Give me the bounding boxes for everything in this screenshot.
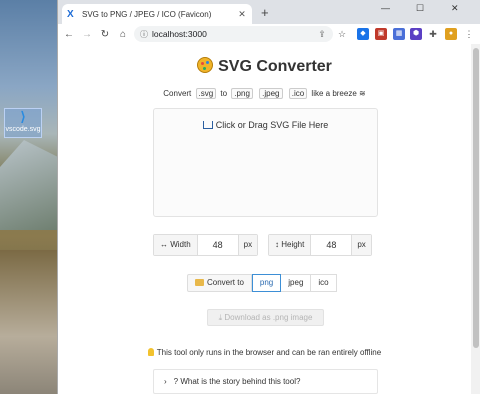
chip-ico: .ico [288,88,308,99]
tab-title: SVG to PNG / JPEG / ICO (Favicon) [82,9,212,19]
info-icon[interactable]: ⓘ [140,29,148,40]
wind-icon: ≋ [359,89,366,98]
page-scrollbar[interactable] [471,44,480,394]
question-icon: ? [173,377,179,386]
window-close-button[interactable]: ✕ [451,3,459,14]
palette-icon [197,57,214,73]
details-summary: What is the story behind this tool? [180,377,301,386]
url-text: localhost:3000 [152,29,207,39]
address-bar[interactable]: ⓘ localhost:3000 [134,26,333,42]
info-text: This tool only runs in the browser and c… [156,348,382,357]
page-title: SVG Converter [58,57,471,76]
share-icon[interactable]: ⇪ [316,28,328,40]
dropzone-text: Click or Drag SVG File Here [215,120,329,130]
tagline: Convert .svg to .png .jpeg .ico like a b… [58,88,471,99]
new-tab-button[interactable]: + [261,5,269,20]
page-title-text: SVG Converter [218,58,332,75]
convert-to-label: Convert to [187,274,252,292]
height-unit: px [351,235,371,255]
extension-purple-icon[interactable]: ⬢ [410,28,422,40]
home-button[interactable]: ⌂ [116,29,130,40]
profile-avatar[interactable]: ● [445,28,457,40]
tagline-to: to [220,89,228,98]
maximize-button[interactable]: ☐ [416,3,424,14]
chevron-right-icon: › [164,377,167,386]
back-button[interactable]: ← [62,29,76,40]
format-option-ico[interactable]: ico [311,274,337,292]
desktop-file-icon[interactable]: ⟩ vscode.svg [4,108,42,138]
browser-tab[interactable]: X SVG to PNG / JPEG / ICO (Favicon) ✕ [62,4,252,24]
rock-shape [0,250,60,394]
format-option-png[interactable]: png [251,274,282,292]
menu-kebab-icon[interactable]: ⋮ [463,28,475,40]
width-field: ↔ Width 48 px [153,234,259,256]
width-label: ↔ Width [154,235,198,255]
width-unit: px [237,235,258,255]
minimize-button[interactable]: — [381,3,390,13]
favicon-icon: X [67,8,74,20]
tagline-convert: Convert [163,89,192,98]
chip-jpeg: .jpeg [259,88,283,99]
lightbulb-icon [147,348,154,356]
extension-blue-icon[interactable]: ▦ [393,28,405,40]
extensions-puzzle-icon[interactable]: ✚ [427,28,439,40]
folder-icon [195,279,204,286]
upload-icon [202,121,213,129]
browser-toolbar: ← → ↻ ⌂ ⓘ localhost:3000 ⇪ ☆ ◆ ▣ ▦ ⬢ ✚ ●… [58,24,480,44]
width-input[interactable]: 48 [198,235,238,255]
forward-button[interactable]: → [80,29,94,40]
download-button[interactable]: ⤓ Download as .png image [207,309,324,326]
offline-info: This tool only runs in the browser and c… [58,348,471,357]
reload-button[interactable]: ↻ [98,29,112,40]
format-option-jpeg[interactable]: jpeg [281,274,312,292]
extension-dropbox-icon[interactable]: ◆ [357,28,369,40]
height-input[interactable]: 48 [311,235,351,255]
extension-red-icon[interactable]: ▣ [375,28,387,40]
vscode-icon: ⟩ [20,109,26,124]
desktop-file-label: vscode.svg [5,126,41,133]
svg-dropzone[interactable]: Click or Drag SVG File Here [153,108,378,217]
browser-window: X SVG to PNG / JPEG / ICO (Favicon) ✕ + … [57,0,480,394]
chip-png: .png [231,88,253,99]
download-icon: ⤓ [218,313,223,322]
story-details[interactable]: ›? What is the story behind this tool? [153,369,378,394]
tab-close-button[interactable]: ✕ [237,9,247,20]
tab-strip: X SVG to PNG / JPEG / ICO (Favicon) ✕ + … [58,0,480,24]
bookmark-star-icon[interactable]: ☆ [336,28,348,40]
scrollbar-thumb[interactable] [473,48,479,348]
format-selector: Convert to png jpeg ico [187,274,337,292]
page-content: SVG Converter Convert .svg to .png .jpeg… [58,44,471,394]
mountain-shape [0,140,60,230]
chip-svg: .svg [195,88,217,99]
download-label: Download as .png image [224,313,313,322]
convert-to-text: Convert to [207,278,244,287]
tagline-suffix: like a breeze [311,89,357,98]
height-field: ↕ Height 48 px [268,234,372,256]
height-label: ↕ Height [269,235,312,255]
